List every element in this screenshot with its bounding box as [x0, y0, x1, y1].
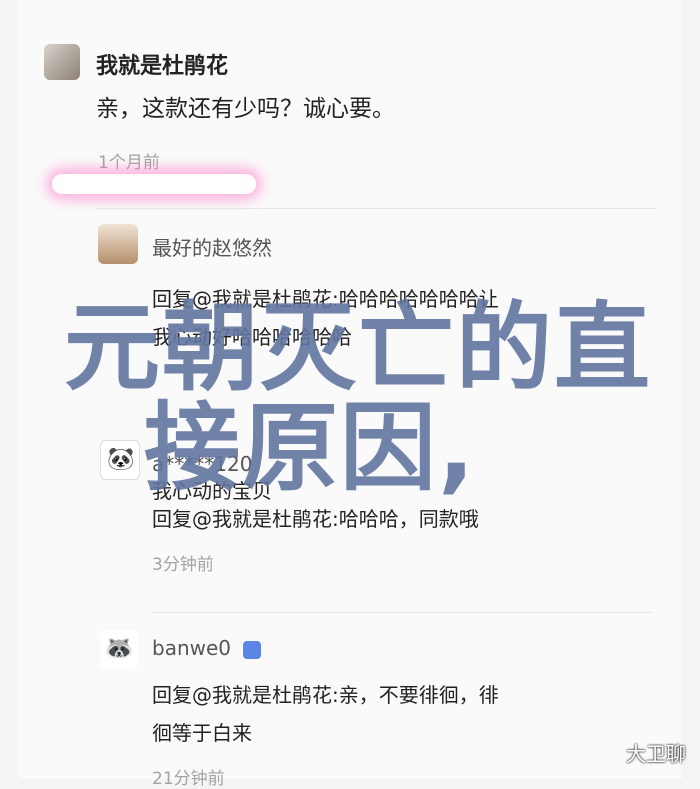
highlight-mark	[52, 174, 256, 194]
reply-text: 回复@我就是杜鹃花:亲，不要徘徊，徘	[152, 683, 499, 707]
reply-text-cont: 徊等于白来	[152, 721, 252, 745]
comment-text: 亲，这款还有少吗？诚心要。	[96, 96, 395, 122]
reply-time: 3分钟前	[152, 555, 214, 575]
reply-username[interactable]: 最好的赵悠然	[152, 232, 272, 261]
divider	[152, 612, 652, 613]
comment-username[interactable]: 我就是杜鹃花	[96, 48, 228, 80]
reply-username[interactable]: banwe0	[152, 636, 262, 660]
avatar[interactable]	[98, 224, 138, 264]
overlay-title-line2: 接原因,	[144, 392, 477, 504]
avatar[interactable]: 🐼	[100, 440, 140, 480]
reply-text: 回复@我就是杜鹃花:哈哈哈，同款哦	[152, 507, 479, 531]
overlay-title-line1: 元朝灭亡的直	[64, 292, 652, 404]
verified-icon	[243, 640, 262, 659]
divider	[96, 208, 656, 209]
avatar[interactable]	[44, 44, 80, 80]
avatar[interactable]: 🦝	[100, 630, 138, 668]
watermark: 大卫聊	[626, 742, 686, 766]
reply-username-text: banwe0	[152, 636, 232, 660]
panda-icon: 🐼	[107, 447, 135, 472]
animal-avatar-icon: 🦝	[104, 634, 134, 662]
comment-time: 1个月前	[98, 153, 160, 173]
reply-time: 21分钟前	[152, 769, 225, 789]
